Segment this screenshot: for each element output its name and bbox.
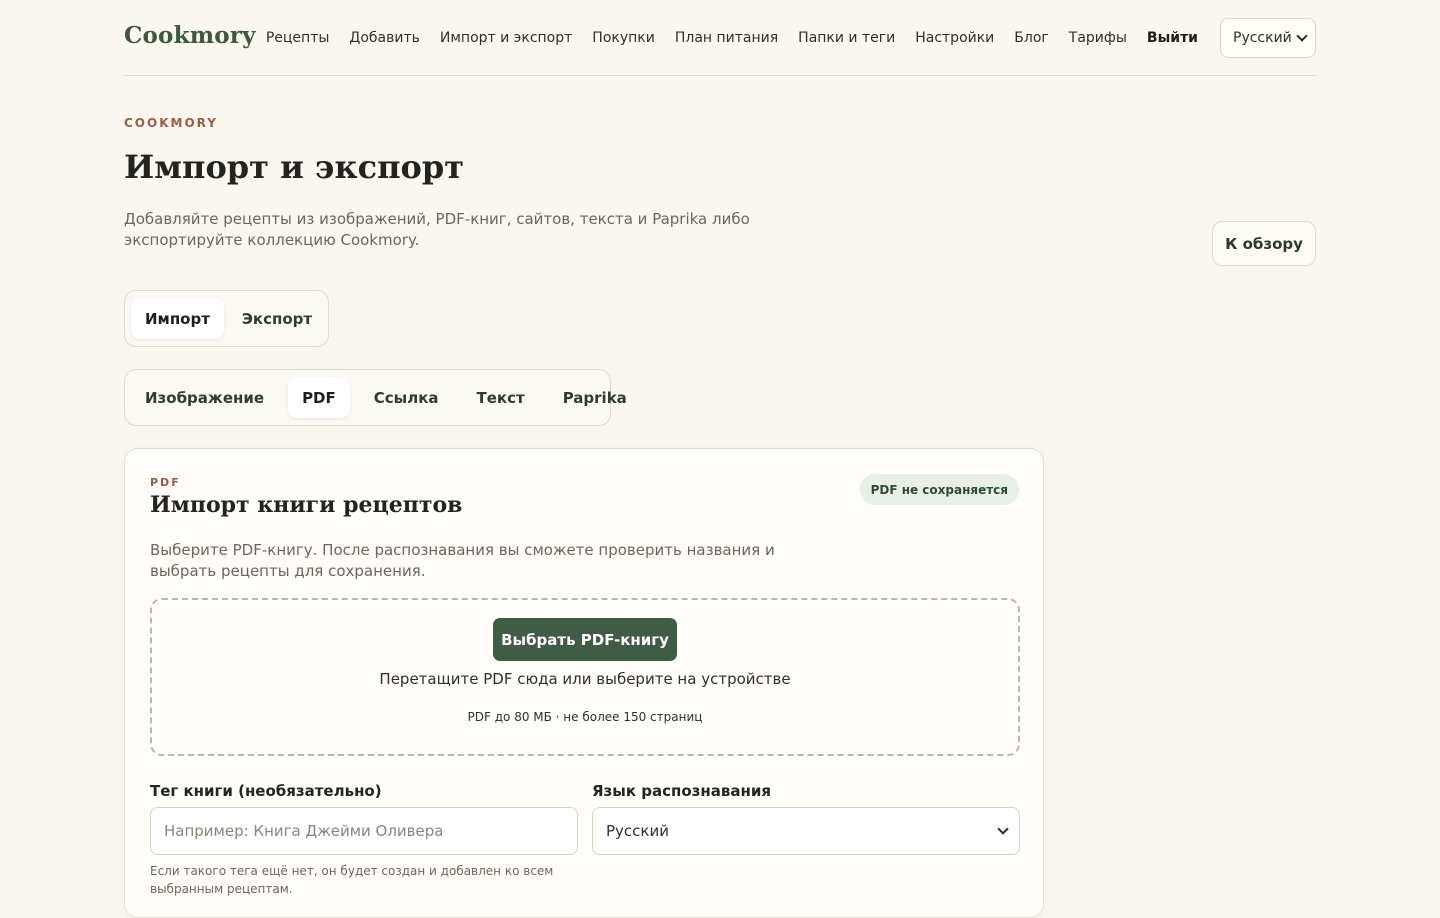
dropzone-text: Перетащите PDF сюда или выберите на устр… bbox=[379, 670, 791, 688]
logout-link[interactable]: Выйти bbox=[1147, 30, 1198, 46]
tab-paprika[interactable]: Paprika bbox=[549, 377, 641, 418]
top-header: Cookmory Рецепты Добавить Импорт и экспо… bbox=[124, 0, 1316, 76]
page-title: Импорт и экспорт bbox=[124, 148, 465, 186]
tab-text[interactable]: Текст bbox=[463, 377, 539, 418]
tab-pdf[interactable]: PDF bbox=[288, 377, 350, 418]
book-tag-placeholder: Например: Книга Джейми Оливера bbox=[164, 822, 444, 840]
nav-pricing[interactable]: Тарифы bbox=[1069, 30, 1127, 46]
page-eyebrow: COOKMORY bbox=[124, 116, 218, 130]
chevron-down-icon bbox=[997, 823, 1009, 835]
card-description: Выберите PDF-книгу. После распознавания … bbox=[150, 541, 775, 580]
tab-image[interactable]: Изображение bbox=[131, 377, 278, 418]
pdf-import-card: PDF Импорт книги рецептов PDF не сохраня… bbox=[124, 448, 1044, 918]
recognition-language-select[interactable]: Русский bbox=[592, 807, 1020, 855]
chevron-down-icon bbox=[1296, 30, 1308, 42]
overview-button[interactable]: К обзору bbox=[1212, 221, 1316, 266]
choose-pdf-button[interactable]: Выбрать PDF-книгу bbox=[493, 618, 677, 661]
nav-folders-tags[interactable]: Папки и теги bbox=[798, 30, 895, 46]
book-tag-input[interactable]: Например: Книга Джейми Оливера bbox=[150, 807, 578, 855]
dropzone-hint: PDF до 80 МБ · не более 150 страниц bbox=[467, 710, 703, 724]
nav-import-export[interactable]: Импорт и экспорт bbox=[440, 30, 572, 46]
language-select-value: Русский bbox=[1233, 30, 1292, 46]
nav-meal-plan[interactable]: План питания bbox=[675, 30, 778, 46]
card-eyebrow: PDF bbox=[150, 476, 181, 489]
recognition-language-label: Язык распознавания bbox=[592, 782, 771, 800]
mode-tabs: Импорт Экспорт bbox=[124, 290, 329, 347]
nav-recipes[interactable]: Рецепты bbox=[266, 30, 330, 46]
book-tag-help: Если такого тега ещё нет, он будет созда… bbox=[150, 864, 554, 896]
card-title: Импорт книги рецептов bbox=[150, 492, 463, 518]
tab-import[interactable]: Импорт bbox=[131, 298, 224, 339]
status-badge: PDF не сохраняется bbox=[859, 474, 1019, 505]
tab-link[interactable]: Ссылка bbox=[360, 377, 453, 418]
source-tabs: Изображение PDF Ссылка Текст Paprika bbox=[124, 369, 627, 426]
recognition-language-value: Русский bbox=[606, 822, 669, 840]
logo[interactable]: Cookmory bbox=[124, 22, 256, 49]
page-description: Добавляйте рецепты из изображений, PDF-к… bbox=[124, 210, 750, 249]
main-nav: Рецепты Добавить Импорт и экспорт Покупк… bbox=[246, 18, 1316, 58]
page-container: Cookmory Рецепты Добавить Импорт и экспо… bbox=[124, 0, 1316, 918]
nav-shopping[interactable]: Покупки bbox=[592, 30, 655, 46]
language-select[interactable]: Русский bbox=[1220, 18, 1316, 58]
nav-blog[interactable]: Блог bbox=[1014, 30, 1048, 46]
pdf-dropzone[interactable]: Выбрать PDF-книгу Перетащите PDF сюда ил… bbox=[150, 598, 1020, 756]
book-tag-label: Тег книги (необязательно) bbox=[150, 782, 382, 800]
tab-export[interactable]: Экспорт bbox=[228, 298, 326, 339]
nav-add[interactable]: Добавить bbox=[349, 30, 419, 46]
nav-settings[interactable]: Настройки bbox=[915, 30, 994, 46]
